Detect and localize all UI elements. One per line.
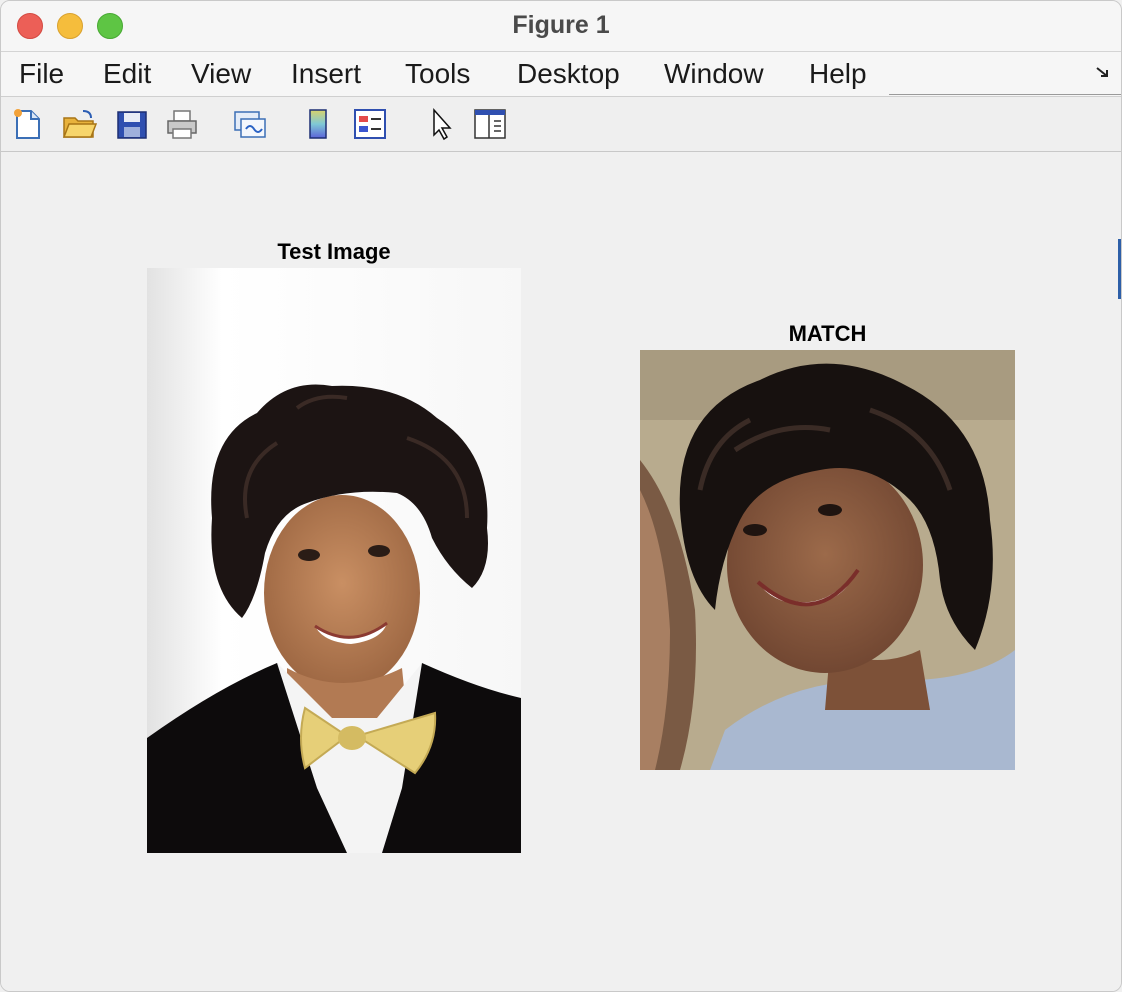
dock-arrow-icon[interactable] [1095,66,1111,80]
menu-divider [889,94,1121,95]
save-icon[interactable] [114,107,150,141]
menu-help[interactable]: Help [809,58,867,90]
menu-desktop[interactable]: Desktop [517,58,620,90]
test-image-photo[interactable] [147,268,521,853]
colorbar-icon[interactable] [301,107,337,141]
edit-plot-icon[interactable] [423,107,459,141]
figure-canvas: Test Image MATCH [1,152,1121,991]
menu-file[interactable]: File [19,58,64,90]
menu-window[interactable]: Window [664,58,764,90]
menu-view[interactable]: View [191,58,251,90]
menu-edit[interactable]: Edit [103,58,151,90]
menu-bar: File Edit View Insert Tools Desktop Wind… [1,52,1121,97]
figure-window: Figure 1 File Edit View Insert Tools Des… [0,0,1122,992]
new-figure-icon[interactable] [9,107,45,141]
figure-toolbar [1,97,1121,152]
test-image-title: Test Image [277,239,391,264]
match-title: MATCH [788,321,867,346]
match-photo[interactable] [640,350,1015,770]
casual-smiling-image [640,350,1015,770]
window-edge-highlight [1118,239,1121,299]
legend-icon[interactable] [352,107,388,141]
property-inspector-icon[interactable] [472,107,508,141]
formal-portrait-image [147,268,521,853]
print-icon[interactable] [164,107,200,141]
link-plot-icon[interactable] [232,107,268,141]
menu-insert[interactable]: Insert [291,58,361,90]
menu-tools[interactable]: Tools [405,58,470,90]
open-file-icon[interactable] [61,107,97,141]
title-bar: Figure 1 [1,1,1121,52]
window-title: Figure 1 [512,11,610,39]
